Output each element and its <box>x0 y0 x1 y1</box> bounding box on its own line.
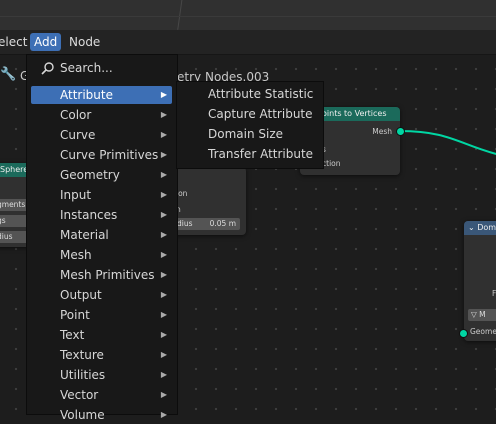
submenu-arrow-icon: ▶ <box>160 130 167 139</box>
socket-label: F <box>492 289 496 298</box>
menu-item-label: Material <box>60 228 109 242</box>
submenu-arrow-icon: ▶ <box>160 350 167 359</box>
menu-item-label: Texture <box>60 348 104 362</box>
menu-item-label: Volume <box>60 408 105 422</box>
submenu-arrow-icon: ▶ <box>160 190 167 199</box>
menu-item-text[interactable]: Text ▶ <box>31 326 172 344</box>
node-mesh-input[interactable]: ion n dius 0.05 m <box>168 167 246 235</box>
menu-item-label: Attribute <box>60 88 113 102</box>
search-icon <box>41 62 54 75</box>
menu-item-label: Text <box>60 328 85 342</box>
dropdown-value: M <box>479 310 486 319</box>
menu-item-label: Mesh <box>60 248 92 262</box>
submenu-arrow-icon: ▶ <box>160 250 167 259</box>
menu-item-output[interactable]: Output ▶ <box>31 286 172 304</box>
submenu-arrow-icon: ▶ <box>160 210 167 219</box>
radius-field[interactable]: dius <box>0 231 28 243</box>
submenu-arrow-icon: ▶ <box>160 150 167 159</box>
search-label: Search... <box>60 61 113 75</box>
menu-item-label: Curve Primitives <box>60 148 159 162</box>
menu-item-label: Curve <box>60 128 96 142</box>
menu-item-instances[interactable]: Instances ▶ <box>31 206 172 224</box>
menu-item-mesh[interactable]: Mesh ▶ <box>31 246 172 264</box>
menu-item-color[interactable]: Color ▶ <box>31 106 172 124</box>
attribute-submenu: Attribute Statistic Capture Attribute Do… <box>176 81 324 169</box>
menu-search[interactable]: Search... <box>31 59 172 77</box>
socket-label: ction <box>322 159 341 168</box>
menu-select[interactable]: elect <box>0 33 31 51</box>
menu-item-label: Input <box>60 188 92 202</box>
menu-item-label: Geometry <box>60 168 120 182</box>
menu-item-mesh-primitives[interactable]: Mesh Primitives ▶ <box>31 266 172 284</box>
chevron-down-icon: ⌄ <box>468 223 475 232</box>
rings-field[interactable]: gs <box>0 215 28 227</box>
menu-item-input[interactable]: Input ▶ <box>31 186 172 204</box>
menu-item-label: Vector <box>60 388 99 402</box>
menu-item-label: Output <box>60 288 102 302</box>
submenu-arrow-icon: ▶ <box>160 170 167 179</box>
node-title: Dom <box>477 223 496 232</box>
node-editor-header: elect Add Node ⌄ <box>0 30 496 80</box>
filter-icon: ▽ <box>471 310 480 319</box>
radius-value: 0.05 m <box>209 219 236 228</box>
add-menu: Search... Attribute ▶ Color ▶ Curve ▶ Curve… <box>26 54 178 422</box>
menu-item-utilities[interactable]: Utilities ▶ <box>31 366 172 384</box>
viewport-grid-line <box>177 0 184 30</box>
menu-item-vector[interactable]: Vector ▶ <box>31 386 172 404</box>
menu-item-attribute[interactable]: Attribute ▶ <box>31 86 172 104</box>
submenu-arrow-icon: ▶ <box>160 370 167 379</box>
menu-item-point[interactable]: Point ▶ <box>31 306 172 324</box>
radius-label: dius <box>177 219 193 228</box>
node-header: ⌄ Dom <box>464 221 496 235</box>
menu-item-label: Instances <box>60 208 118 222</box>
submenu-arrow-icon: ▶ <box>160 410 167 419</box>
submenu-item-transfer-attribute[interactable]: Transfer Attribute <box>208 145 313 163</box>
submenu-arrow-icon: ▶ <box>160 90 167 99</box>
submenu-arrow-icon: ▶ <box>160 270 167 279</box>
segments-field[interactable]: gments <box>0 199 28 211</box>
submenu-item-capture-attribute[interactable]: Capture Attribute <box>208 105 313 123</box>
menu-item-curve-primitives[interactable]: Curve Primitives ▶ <box>31 146 172 164</box>
submenu-item-domain-size[interactable]: Domain Size <box>208 125 283 143</box>
submenu-arrow-icon: ▶ <box>160 310 167 319</box>
submenu-arrow-icon: ▶ <box>160 110 167 119</box>
menu-item-label: Mesh Primitives <box>60 268 155 282</box>
menu-item-label: Point <box>60 308 90 322</box>
geometry-input-socket[interactable] <box>459 329 468 338</box>
submenu-item-attribute-statistic[interactable]: Attribute Statistic <box>208 85 313 103</box>
socket-label: Geome <box>470 327 496 336</box>
submenu-arrow-icon: ▶ <box>160 230 167 239</box>
radius-field[interactable]: dius 0.05 m <box>174 218 240 230</box>
node-domain-size[interactable]: ⌄ Dom F ▽ M Geome <box>464 221 496 341</box>
viewport-strip <box>0 0 496 30</box>
submenu-arrow-icon: ▶ <box>160 290 167 299</box>
menu-item-label: Utilities <box>60 368 106 382</box>
menu-item-texture[interactable]: Texture ▶ <box>31 346 172 364</box>
menu-item-volume[interactable]: Volume ▶ <box>31 406 172 424</box>
viewport-grid-line <box>0 16 496 17</box>
mesh-output-socket[interactable] <box>396 127 405 136</box>
menu-item-label: Color <box>60 108 92 122</box>
output-socket-label: Mesh <box>372 127 392 136</box>
menu-item-geometry[interactable]: Geometry ▶ <box>31 166 172 184</box>
menu-item-curve[interactable]: Curve ▶ <box>31 126 172 144</box>
menu-item-material[interactable]: Material ▶ <box>31 226 172 244</box>
submenu-arrow-icon: ▶ <box>160 330 167 339</box>
menu-node[interactable]: Node <box>65 33 104 51</box>
menu-add[interactable]: Add <box>30 33 62 51</box>
submenu-arrow-icon: ▶ <box>160 390 167 399</box>
domain-dropdown[interactable]: ▽ M <box>468 309 496 321</box>
wrench-icon: 🔧 <box>0 67 17 82</box>
